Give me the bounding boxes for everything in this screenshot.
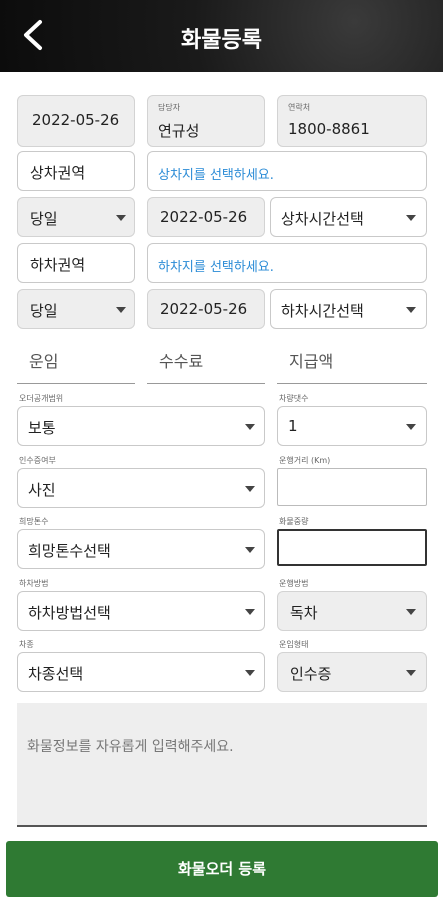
dropoff-area-button[interactable]: 하차권역 xyxy=(17,243,135,283)
dropoff-date-picker[interactable]: 2022-05-26 xyxy=(147,289,265,329)
vehicle-count-label: 차량댓수 xyxy=(279,394,309,403)
pickup-time-select[interactable]: 상차시간선택 xyxy=(270,197,427,237)
fare-underline xyxy=(17,383,135,384)
cargo-info-textarea[interactable]: 화물정보를 자유롭게 입력해주세요. xyxy=(17,703,427,827)
dropdown-arrow-icon xyxy=(245,670,255,676)
dropdown-arrow-icon xyxy=(406,215,416,221)
distance-input[interactable] xyxy=(277,468,427,506)
dropdown-arrow-icon xyxy=(116,215,126,221)
dropdown-arrow-icon xyxy=(245,486,255,492)
registration-date[interactable]: 2022-05-26 xyxy=(17,95,135,147)
fare-type-label: 운임형태 xyxy=(279,640,309,649)
dropdown-arrow-icon xyxy=(406,670,416,676)
dropdown-arrow-icon xyxy=(245,424,255,430)
payment-underline xyxy=(277,383,427,384)
fee-input[interactable]: 수수료 xyxy=(159,348,203,372)
fare-type-select[interactable]: 인수증 xyxy=(277,652,427,692)
dropdown-arrow-icon xyxy=(245,609,255,615)
dropoff-place-selector[interactable]: 하차지를 선택하세요. xyxy=(147,243,427,283)
dropoff-day-select[interactable]: 당일 xyxy=(17,289,135,329)
dropoff-time-select[interactable]: 하차시간선택 xyxy=(270,289,427,329)
dropdown-arrow-icon xyxy=(406,424,416,430)
contact-field: 연락처 1800-8861 xyxy=(277,95,427,147)
operation-label: 운행방법 xyxy=(279,579,309,588)
car-type-select[interactable]: 차종선택 xyxy=(17,652,265,692)
pickup-area-button[interactable]: 상차권역 xyxy=(17,151,135,191)
weight-input[interactable] xyxy=(277,529,427,566)
fare-input[interactable]: 운임 xyxy=(29,348,58,372)
weight-label: 화물중량 xyxy=(279,517,309,526)
tonnage-select[interactable]: 희망톤수선택 xyxy=(17,529,265,569)
dropdown-arrow-icon xyxy=(245,547,255,553)
pickup-day-select[interactable]: 당일 xyxy=(17,197,135,237)
dropdown-arrow-icon xyxy=(406,609,416,615)
dropdown-arrow-icon xyxy=(406,307,416,313)
handover-label: 인수증여부 xyxy=(19,456,56,465)
tonnage-label: 희망톤수 xyxy=(19,517,49,526)
pickup-place-selector[interactable]: 상차지를 선택하세요. xyxy=(147,151,427,191)
order-scope-select[interactable]: 보통 xyxy=(17,406,265,446)
page-title: 화물등록 xyxy=(181,28,262,53)
unload-method-select[interactable]: 하차방법선택 xyxy=(17,591,265,631)
operation-select[interactable]: 독차 xyxy=(277,591,427,631)
fee-underline xyxy=(147,383,265,384)
submit-order-button[interactable]: 화물오더 등록 xyxy=(6,841,438,897)
vehicle-count-select[interactable]: 1 xyxy=(277,406,427,446)
car-type-label: 차종 xyxy=(19,640,34,649)
unload-method-label: 하차방법 xyxy=(19,579,49,588)
pickup-date-picker[interactable]: 2022-05-26 xyxy=(147,197,265,237)
handover-select[interactable]: 사진 xyxy=(17,468,265,508)
distance-label: 운행거리 (Km) xyxy=(279,456,331,465)
payment-input[interactable]: 지급액 xyxy=(289,348,333,372)
manager-field: 담당자 연규성 xyxy=(147,95,265,147)
order-scope-label: 오더공개범위 xyxy=(19,394,64,403)
dropdown-arrow-icon xyxy=(116,307,126,313)
app-header: 화물등록 xyxy=(0,0,443,72)
